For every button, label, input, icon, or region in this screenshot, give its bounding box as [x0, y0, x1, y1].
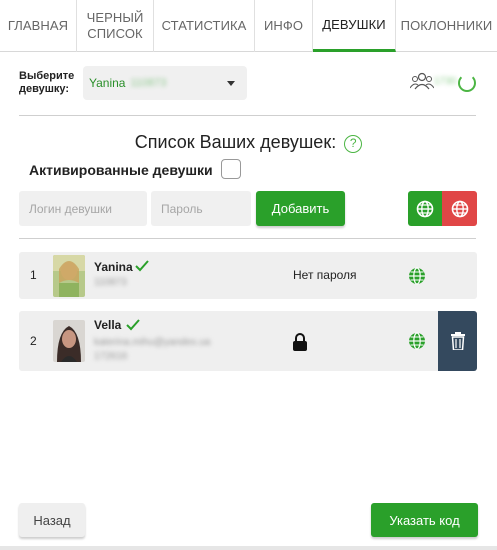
- girl-login-input[interactable]: [19, 191, 147, 226]
- tab-fans[interactable]: ПОКЛОННИКИ: [396, 0, 497, 52]
- select-girl-label: Выберите девушку:: [19, 70, 75, 95]
- girl-id: 172616: [94, 351, 128, 362]
- tab-girls[interactable]: ДЕВУШКИ: [313, 0, 396, 52]
- avatar: [53, 255, 85, 297]
- tab-statistics[interactable]: СТАТИСТИКА: [154, 0, 255, 52]
- girl-name: Yanina: [94, 260, 133, 274]
- selected-girl-name: Yanina: [89, 76, 126, 90]
- globe-on-button[interactable]: [408, 191, 442, 226]
- divider: [19, 238, 476, 239]
- loading-spinner-icon: [458, 74, 476, 92]
- tab-main[interactable]: ГЛАВНАЯ: [0, 0, 77, 52]
- lock-icon: [293, 333, 307, 351]
- chevron-down-icon: [227, 81, 235, 86]
- back-button[interactable]: Назад: [19, 503, 85, 537]
- girl-name: Vella: [94, 318, 122, 332]
- globe-icon: [416, 200, 434, 217]
- password-status: Нет пароля: [293, 268, 357, 282]
- trash-icon: [450, 332, 465, 350]
- check-icon: [135, 260, 149, 272]
- list-title-text: Список Ваших девушек:: [134, 132, 337, 152]
- add-button[interactable]: Добавить: [256, 191, 345, 226]
- globe-icon: [451, 200, 468, 217]
- tab-bar: ГЛАВНАЯ ЧЕРНЫЙ СПИСОК СТАТИСТИКА ИНФО ДЕ…: [0, 0, 497, 52]
- fans-count: 1730: [434, 76, 457, 87]
- tab-blacklist[interactable]: ЧЕРНЫЙ СПИСОК: [77, 0, 154, 52]
- activated-girls-label: Активированные девушки: [29, 162, 213, 178]
- girl-select[interactable]: Yanina 110873: [83, 66, 247, 100]
- tab-blacklist-label: ЧЕРНЫЙ СПИСОК: [86, 10, 144, 41]
- activated-girls-checkbox[interactable]: [221, 159, 241, 179]
- globe-icon[interactable]: [408, 267, 426, 285]
- selected-girl-id: 110873: [130, 77, 167, 89]
- users-icon[interactable]: [410, 71, 434, 91]
- bottom-border: [0, 546, 497, 550]
- row-number: 2: [30, 334, 37, 348]
- check-icon: [126, 319, 140, 331]
- tab-info[interactable]: ИНФО: [255, 0, 313, 52]
- girl-email: katerina.mihu@yandex.ua: [94, 337, 211, 348]
- avatar: [53, 320, 85, 362]
- page-title: Список Ваших девушек: ?: [0, 132, 497, 153]
- help-icon[interactable]: ?: [344, 135, 363, 153]
- divider: [19, 115, 476, 116]
- globe-off-button[interactable]: [442, 191, 477, 226]
- set-code-button[interactable]: Указать код: [371, 503, 478, 537]
- girl-row[interactable]: 2 Vella katerina.mihu@yandex.ua 172616: [19, 311, 477, 371]
- girl-id: 110873: [94, 277, 127, 288]
- row-number: 1: [30, 268, 37, 282]
- girl-password-input[interactable]: [151, 191, 251, 226]
- girl-row[interactable]: 1 Yanina 110873 Нет пароля: [19, 252, 477, 299]
- globe-icon[interactable]: [408, 332, 426, 350]
- delete-button[interactable]: [438, 311, 477, 371]
